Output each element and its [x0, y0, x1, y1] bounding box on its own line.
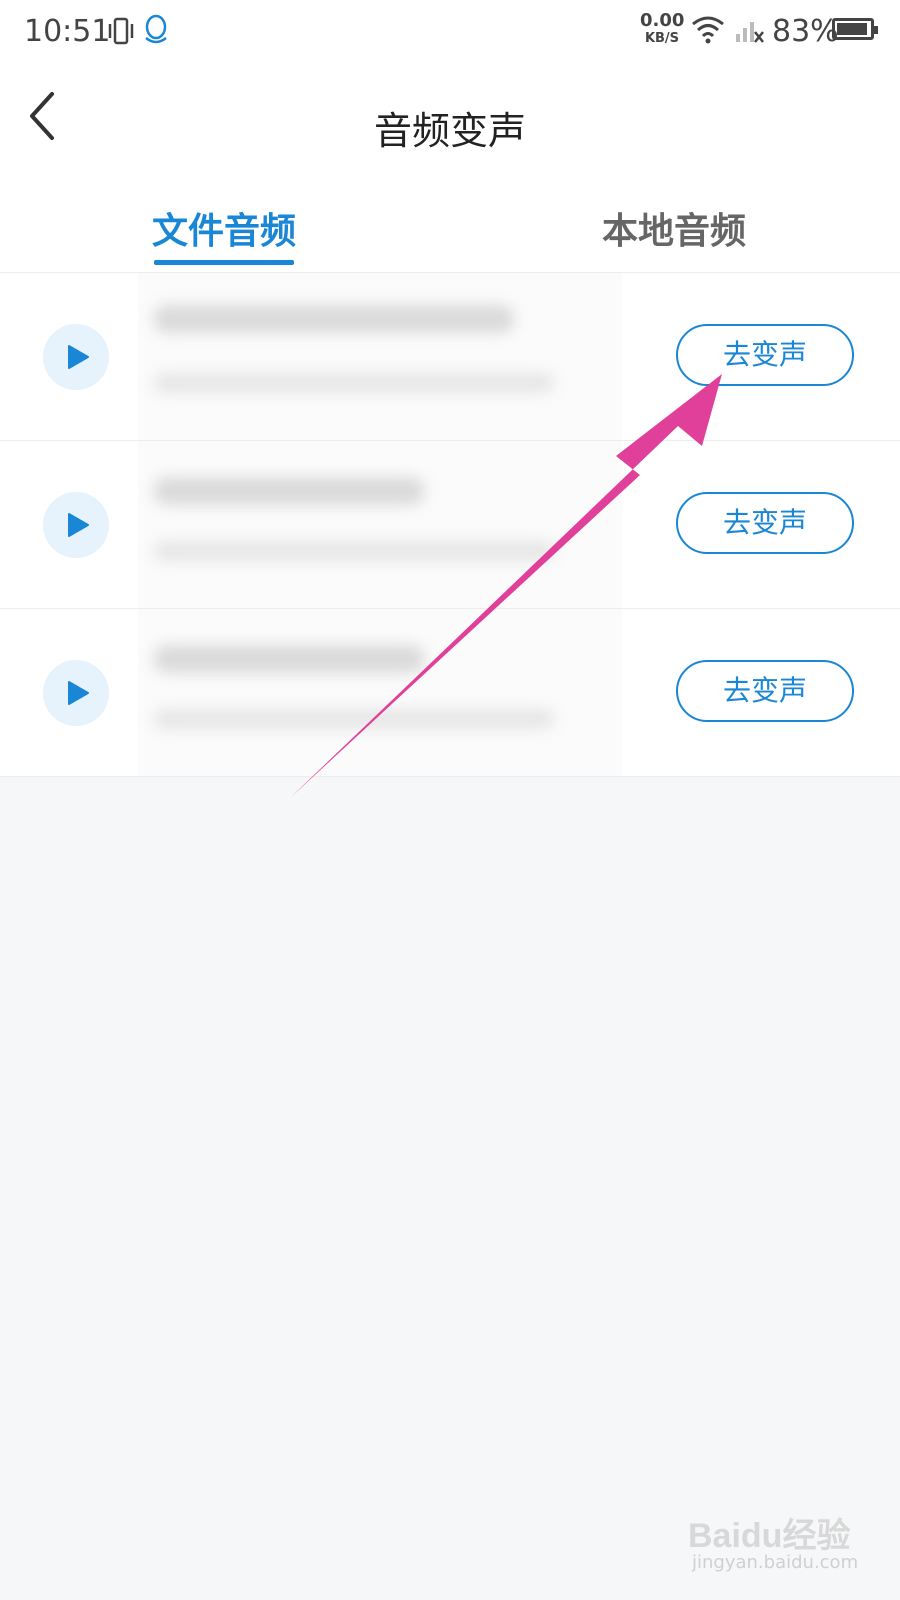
watermark-url: jingyan.baidu.com	[692, 1552, 859, 1573]
page-title: 音频变声	[373, 109, 526, 153]
network-speed-value: 0.00	[640, 10, 685, 31]
battery-icon	[832, 18, 878, 40]
watermark-brand: Baidu经验	[688, 1517, 851, 1555]
network-speed: 0.00 KB/S	[640, 10, 685, 46]
list-item: 去变声	[0, 273, 900, 441]
blurred-file-info	[138, 273, 622, 440]
active-tab-indicator	[154, 260, 294, 265]
status-time: 10:51	[24, 14, 111, 49]
wifi-icon	[690, 14, 726, 48]
voice-change-button[interactable]: 去变声	[676, 324, 854, 386]
audio-list: 去变声 去变声 去变声	[0, 273, 900, 777]
blurred-file-info	[138, 609, 622, 776]
tab-local-audio[interactable]: 本地音频	[602, 202, 746, 254]
play-button[interactable]	[43, 324, 109, 390]
tab-file-audio[interactable]: 文件音频	[152, 202, 296, 254]
play-button[interactable]	[43, 492, 109, 558]
list-item: 去变声	[0, 609, 900, 777]
voice-change-button[interactable]: 去变声	[676, 492, 854, 554]
header-bar: 音频变声	[0, 64, 900, 184]
list-item: 去变声	[0, 441, 900, 609]
play-button[interactable]	[43, 660, 109, 726]
vibrate-icon	[108, 16, 134, 50]
status-bar: 10:51 0.00 KB/S 83%	[0, 0, 900, 64]
tab-bar: 文件音频 本地音频	[0, 184, 900, 273]
battery-percent: 83%	[772, 14, 839, 49]
watermark: Baidu经验 jingyan.baidu.com	[688, 1508, 858, 1573]
qq-icon	[142, 14, 170, 50]
blurred-file-info	[138, 441, 622, 608]
signal-icon	[734, 16, 764, 48]
network-speed-unit: KB/S	[644, 31, 680, 46]
voice-change-button[interactable]: 去变声	[676, 660, 854, 722]
